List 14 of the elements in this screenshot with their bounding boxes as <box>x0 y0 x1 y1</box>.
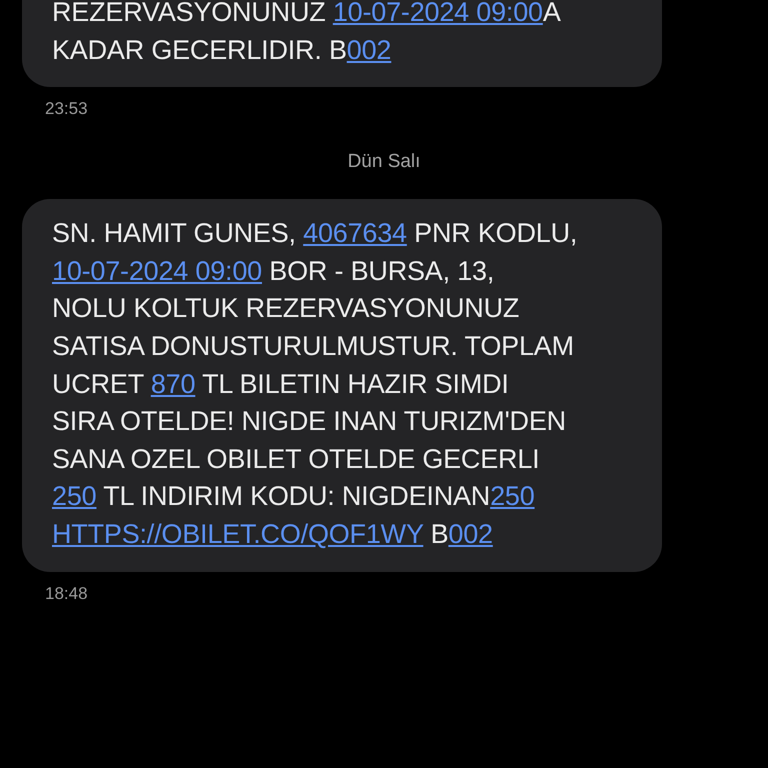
message-time: 23:53 <box>45 99 88 120</box>
message-link[interactable]: HTTPS://OBILET.CO/QOF1WY <box>52 518 424 549</box>
message-link[interactable]: 250 <box>490 481 535 512</box>
message-link[interactable]: 250 <box>52 481 96 512</box>
message-link[interactable]: 10-07-2024 09:00 <box>52 256 262 286</box>
message-text: REZERVASYONUNUZ 10-07-2024 09:00A KADAR GECERLIDIR. B002 <box>52 0 562 67</box>
message-text: SN. HAMIT GUNES, 4067634 PNR KODLU, 10-07-2024 09:00 BOR - BURSA, 13, NOLU KOLTUK REZERVASYONUNUZ SATISA DONUSTURULMUSTUR. TOPLAM UCRET 870 TL BILETIN HAZIR SIMDI SIRA OTELDE! NIGDE INAN TURIZM'DEN SANA OZEL OBILET OTELDE GECERLI 250 TL INDIRIM KODU: NIGDEINAN250 HTTPS://OBILET.CO/QOF1WY B002 <box>52 217 578 551</box>
message-link[interactable]: 10-07-2024 09:00 <box>332 0 543 27</box>
message-link[interactable]: 870 <box>150 368 196 399</box>
message-link[interactable]: 002 <box>346 34 392 65</box>
message-time: 18:48 <box>45 584 88 604</box>
message-link[interactable]: 002 <box>448 518 493 549</box>
date-divider: Dün Salı <box>348 151 420 174</box>
message-link[interactable]: 4067634 <box>303 218 407 248</box>
